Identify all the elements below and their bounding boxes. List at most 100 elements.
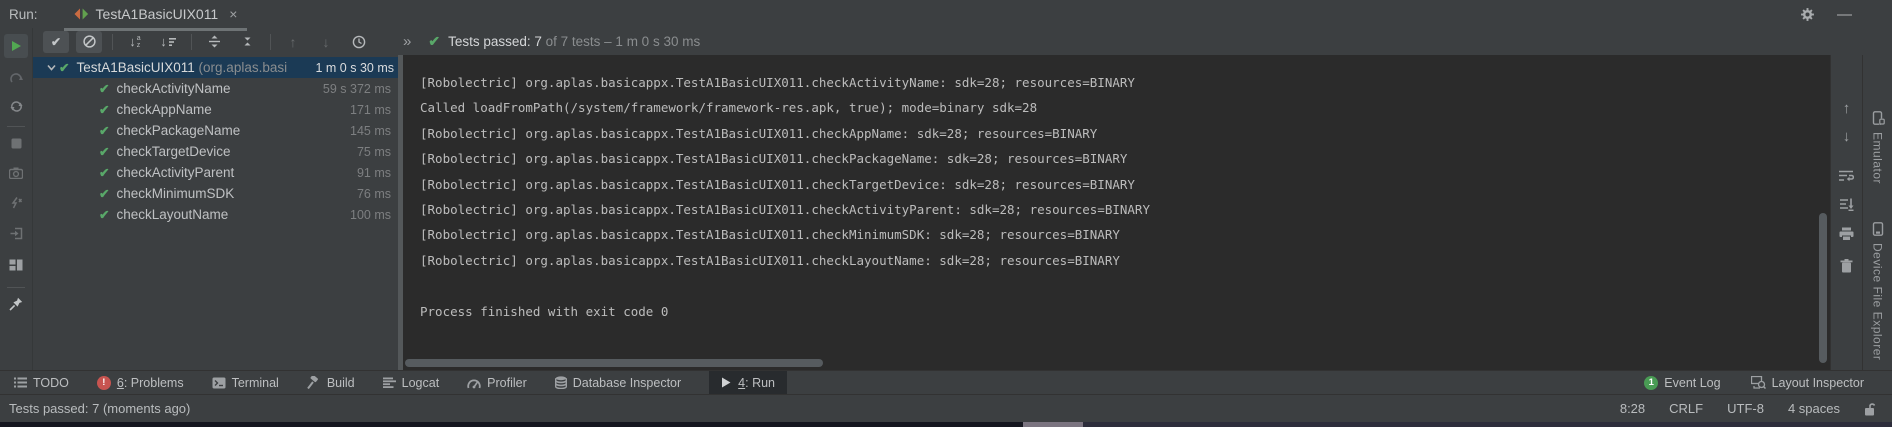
tool-window-button-logcat[interactable]: Logcat <box>383 371 440 394</box>
tool-window-tab-device-file-explorer[interactable]: Device File Explorer <box>1871 222 1885 360</box>
test-tree-row[interactable]: ✔ checkActivityParent 91 ms <box>33 162 398 183</box>
console-line: [Robolectric] org.aplas.basicappx.TestA1… <box>420 70 1830 95</box>
test-tree-row[interactable]: ✔ checkActivityName 59 s 372 ms <box>33 78 398 99</box>
settings-gear-icon[interactable] <box>1800 7 1815 22</box>
test-tree-row[interactable]: ✔ checkMinimumSDK 76 ms <box>33 183 398 204</box>
toolbar-overflow-chevron[interactable]: » <box>403 33 410 50</box>
test-history-button[interactable] <box>346 31 372 53</box>
tool-window-button-database-inspector[interactable]: Database Inspector <box>555 371 681 394</box>
test-method-name: checkLayoutName <box>116 207 228 222</box>
scroll-down-button[interactable]: ↓ <box>1836 127 1858 145</box>
tool-window-button-terminal[interactable]: Terminal <box>212 371 279 394</box>
scroll-to-end-icon[interactable] <box>1836 195 1858 213</box>
run-panel-main: ✔ ↓ az <box>0 28 1892 370</box>
thread-dump-camera-icon <box>4 161 28 185</box>
hide-panel-icon[interactable]: — <box>1837 6 1852 23</box>
close-tab-icon[interactable]: × <box>229 6 237 22</box>
test-tree-row[interactable]: ✔ checkPackageName 145 ms <box>33 120 398 141</box>
test-duration: 75 ms <box>357 145 398 159</box>
clock-history-icon <box>352 35 366 49</box>
bottom-edge-segment <box>1083 422 1892 427</box>
show-ignored-toggle[interactable] <box>76 31 102 53</box>
run-tool-window: Run: TestA1BasicUIX011 × <box>0 0 1892 427</box>
test-tree-root-row[interactable]: ✔ TestA1BasicUIX011 (org.aplas.basi 1 m … <box>33 57 398 78</box>
tool-window-tab-label: Device File Explorer <box>1871 243 1885 360</box>
tool-window-button-todo[interactable]: TODO <box>14 371 69 394</box>
test-method-name: checkAppName <box>116 102 211 117</box>
sort-alphabetically-button[interactable]: ↓ az <box>122 31 148 53</box>
test-passed-icon: ✔ <box>59 60 69 75</box>
print-icon[interactable] <box>1836 225 1858 243</box>
test-tree-row[interactable]: ✔ checkAppName 171 ms <box>33 99 398 120</box>
up-arrow-icon: ↑ <box>1843 100 1851 117</box>
tool-window-label: Terminal <box>232 376 279 390</box>
test-duration: 171 ms <box>350 103 398 117</box>
test-duration: 145 ms <box>350 124 398 138</box>
test-tree-row[interactable]: ✔ checkTargetDevice 75 ms <box>33 141 398 162</box>
test-tree: ✔ TestA1BasicUIX011 (org.aplas.basi 1 m … <box>33 55 398 370</box>
test-console-output: [Robolectric] org.aplas.basicappx.TestA1… <box>403 55 1830 370</box>
tool-window-button-profiler[interactable]: Profiler <box>467 371 527 394</box>
rerun-tests-button[interactable] <box>4 34 28 58</box>
terminal-icon <box>212 377 226 389</box>
status-bar-widgets: 8:28 CRLF UTF-8 4 spaces <box>1620 401 1892 416</box>
line-ending-widget[interactable]: CRLF <box>1669 401 1703 416</box>
build-hammer-icon <box>307 376 321 389</box>
tool-window-label: 4: Run <box>738 376 775 390</box>
pin-tab-icon[interactable] <box>4 292 28 316</box>
collapse-all-icon <box>241 35 254 48</box>
indentation-widget[interactable]: 4 spaces <box>1788 401 1840 416</box>
console-line: Process finished with exit code 0 <box>420 299 1830 324</box>
problems-error-badge: ! <box>97 376 111 390</box>
bottom-edge-segment <box>0 422 1023 427</box>
tool-window-label: Profiler <box>487 376 527 390</box>
soft-wrap-icon[interactable] <box>1836 167 1858 185</box>
rerun-failed-tests-icon <box>4 66 28 90</box>
sort-by-duration-button[interactable]: ↓ <box>155 31 181 53</box>
tool-window-label: Build <box>327 376 355 390</box>
encoding-widget[interactable]: UTF-8 <box>1727 401 1764 416</box>
test-duration: 100 ms <box>350 208 398 222</box>
tool-window-label: 6: Problems <box>117 376 184 390</box>
sort-by-duration-icon: ↓ <box>160 34 176 49</box>
chevron-down-icon[interactable] <box>43 64 59 71</box>
console-line: [Robolectric] org.aplas.basicappx.TestA1… <box>420 197 1830 222</box>
clear-console-trash-icon[interactable] <box>1836 257 1858 275</box>
tests-passed-count: Tests passed: 7 <box>448 34 542 49</box>
show-passed-toggle[interactable]: ✔ <box>43 31 69 53</box>
test-tree-row[interactable]: ✔ checkLayoutName 100 ms <box>33 204 398 225</box>
tool-window-label: Database Inspector <box>573 376 681 390</box>
layout-inspector-button[interactable]: Layout Inspector <box>1751 371 1864 394</box>
tool-window-tab-emulator[interactable]: Emulator <box>1871 111 1885 184</box>
test-passed-icon: ✔ <box>99 123 109 138</box>
tool-window-bar: TODO ! 6: Problems Terminal <box>0 370 1892 394</box>
caret-position-widget[interactable]: 8:28 <box>1620 401 1645 416</box>
toggle-auto-test-icon[interactable] <box>4 94 28 118</box>
collapse-all-button[interactable] <box>234 31 260 53</box>
tool-window-button-run[interactable]: 4: Run <box>709 371 787 394</box>
tool-window-button-build[interactable]: Build <box>307 371 355 394</box>
scroll-up-button[interactable]: ↑ <box>1836 99 1858 117</box>
restore-layout-icon[interactable] <box>4 253 28 277</box>
tool-window-bar-right: 1 Event Log Layout Inspector <box>1644 371 1892 394</box>
down-arrow-icon: ↓ <box>1843 128 1851 145</box>
horizontal-scrollbar[interactable] <box>405 359 823 367</box>
toolbar-separator <box>112 34 113 50</box>
down-arrow-icon: ↓ <box>323 34 330 50</box>
event-log-button[interactable]: 1 Event Log <box>1644 371 1720 394</box>
tool-window-button-problems[interactable]: ! 6: Problems <box>97 371 184 394</box>
expand-all-button[interactable] <box>201 31 227 53</box>
run-content-row: ✔ TestA1BasicUIX011 (org.aplas.basi 1 m … <box>33 55 1830 370</box>
test-duration: 91 ms <box>357 166 398 180</box>
check-icon: ✔ <box>51 35 61 49</box>
run-configuration-tab[interactable]: TestA1BasicUIX011 × <box>64 0 248 28</box>
unlock-icon[interactable] <box>1864 402 1876 416</box>
test-class-name: TestA1BasicUIX011 <box>76 60 198 75</box>
layout-inspector-icon <box>1751 376 1766 389</box>
vertical-scrollbar[interactable] <box>1819 213 1827 363</box>
test-passed-icon: ✔ <box>99 186 109 201</box>
device-phone-icon <box>1872 222 1884 236</box>
header-actions: — <box>1800 6 1892 23</box>
test-method-name: checkPackageName <box>116 123 240 138</box>
console-line: [Robolectric] org.aplas.basicappx.TestA1… <box>420 248 1830 273</box>
